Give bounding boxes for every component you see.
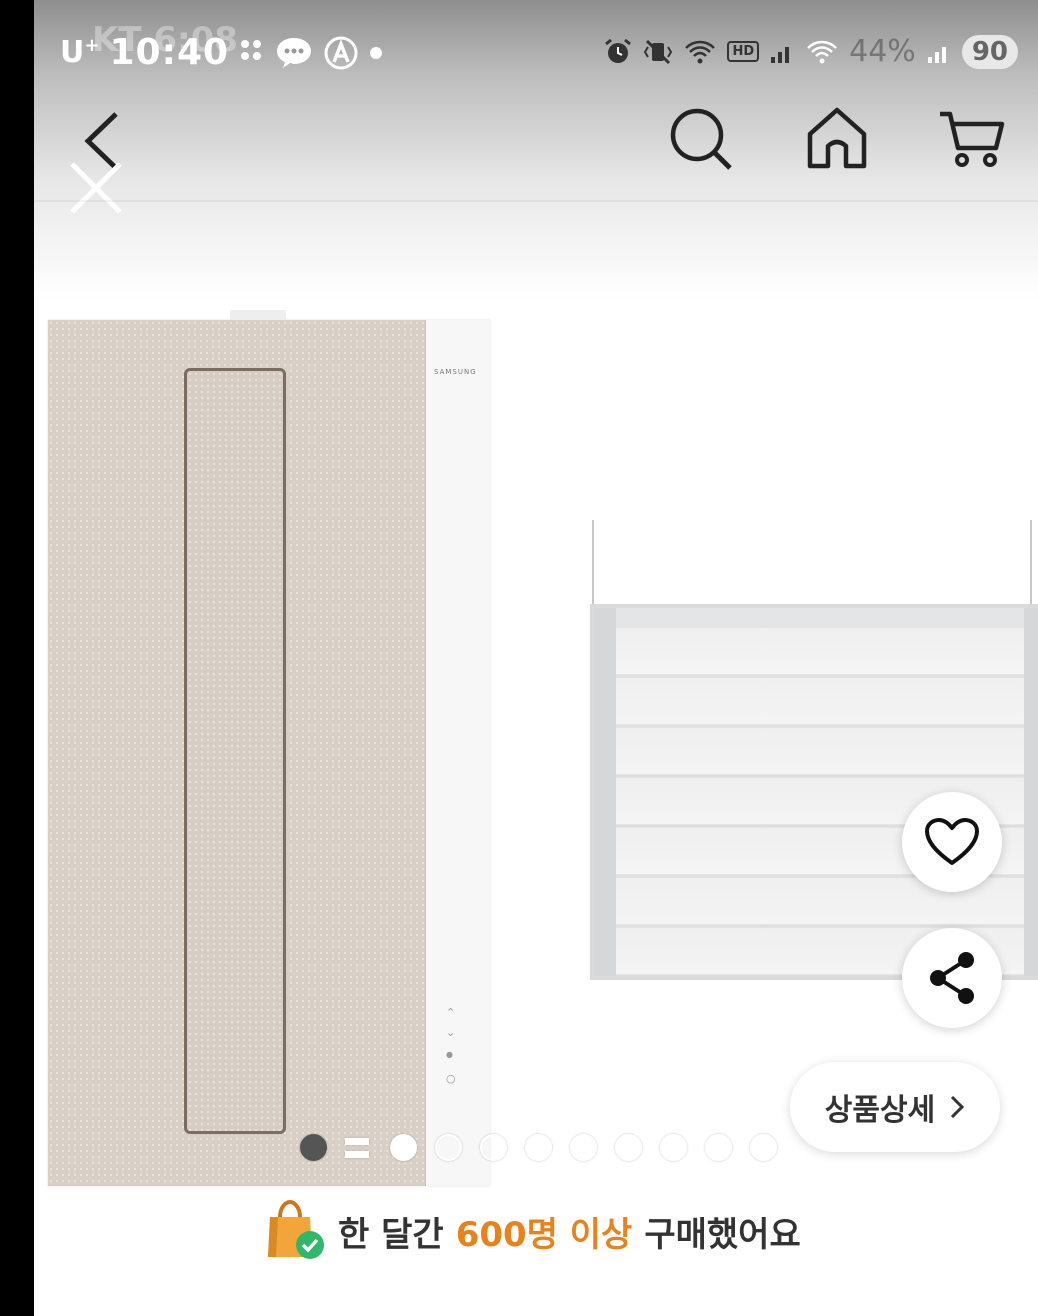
hanger-wire-left	[592, 520, 594, 604]
pager-dot[interactable]	[705, 1134, 732, 1161]
pager-dot[interactable]	[300, 1134, 327, 1161]
home-button[interactable]	[802, 104, 872, 174]
pager-dot[interactable]	[750, 1134, 777, 1161]
battery-level: 90	[961, 34, 1018, 69]
pager-dot[interactable]	[525, 1134, 552, 1161]
vibrate-mute-icon	[643, 37, 673, 67]
pager-dot[interactable]	[570, 1134, 597, 1161]
search-icon	[670, 108, 732, 170]
chevron-down-icon: ⌄	[446, 1026, 456, 1039]
product-gallery[interactable]: SAMSUNG ⌃ ⌄ ● ○ 상품상세	[34, 300, 1038, 1200]
pager-dot[interactable]	[615, 1134, 642, 1161]
notification-dot-icon	[369, 46, 383, 60]
pager-dot[interactable]	[660, 1134, 687, 1161]
product-brand: SAMSUNG	[434, 368, 477, 376]
cart-icon	[940, 111, 1005, 167]
product-accessory-frame	[590, 604, 1038, 980]
heart-icon	[925, 818, 979, 865]
status-bar: KT 6:08 U+ 10:40 HD 44% 90	[34, 20, 1038, 82]
product-control-label: ●	[446, 1050, 453, 1059]
banner-prefix: 한 달간	[338, 1214, 444, 1255]
like-button[interactable]	[902, 792, 1002, 892]
status-right: HD 44% 90	[603, 34, 1018, 69]
pager-dot[interactable]	[390, 1134, 417, 1161]
share-icon	[930, 952, 974, 1004]
header-divider	[34, 200, 1038, 202]
close-icon	[70, 162, 122, 214]
hanger-wire-right	[1030, 520, 1032, 604]
alarm-icon	[603, 37, 633, 67]
carrier-label: U+	[60, 35, 100, 70]
product-image-secondary	[590, 520, 1038, 980]
pause-icon[interactable]	[345, 1134, 372, 1161]
cart-button[interactable]	[936, 104, 1006, 174]
product-details-button[interactable]: 상품상세	[790, 1062, 1000, 1152]
app-header	[34, 100, 1038, 214]
banner-suffix: 구매했어요	[644, 1214, 801, 1255]
frame-top-bar	[594, 608, 1038, 628]
message-bubble-icon	[275, 36, 313, 70]
frame-side-right	[1024, 608, 1038, 976]
shopping-bag-check-icon	[268, 1199, 324, 1259]
clock: 10:40	[109, 32, 230, 73]
close-button[interactable]	[68, 160, 124, 216]
chevron-right-icon	[951, 1095, 965, 1119]
power-icon: ○	[446, 1072, 456, 1085]
frame-side-left	[594, 608, 616, 976]
chevron-up-icon: ⌃	[446, 1006, 456, 1019]
signal-icon-2	[926, 39, 952, 65]
purchase-count-banner: 한 달간 600명 이상 구매했어요	[264, 1196, 801, 1266]
signal-icon	[769, 39, 795, 65]
status-left: U+ 10:40	[60, 32, 383, 73]
chat-grid-icon	[239, 38, 265, 68]
gallery-pager[interactable]	[300, 1134, 777, 1161]
product-mesh-panel	[48, 320, 426, 1186]
product-image-main: SAMSUNG ⌃ ⌄ ● ○	[48, 310, 490, 1186]
app-screen: KT 6:08 U+ 10:40 HD 44% 90 SAMSUNG ⌃ ⌄ ●…	[34, 0, 1038, 1316]
share-button[interactable]	[902, 928, 1002, 1028]
banner-highlight: 600명 이상	[455, 1214, 633, 1255]
wifi-6-icon	[805, 37, 839, 67]
product-air-slot	[184, 368, 286, 1134]
search-button[interactable]	[666, 104, 736, 174]
ghost-battery: 44%	[849, 34, 916, 69]
accessibility-a-icon	[323, 35, 359, 71]
pager-dot[interactable]	[435, 1134, 462, 1161]
product-side-panel: SAMSUNG ⌃ ⌄ ● ○	[426, 320, 490, 1186]
wifi-icon	[683, 37, 717, 67]
pager-dot[interactable]	[480, 1134, 507, 1161]
home-icon	[807, 107, 867, 169]
hd-voice-icon: HD	[727, 41, 760, 62]
product-details-label: 상품상세	[824, 1093, 936, 1128]
